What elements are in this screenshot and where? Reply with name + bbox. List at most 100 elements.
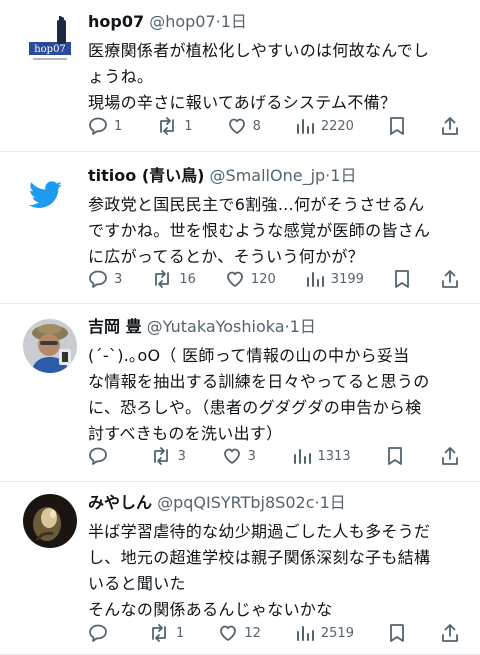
avatar-logo-text: hop07 [34, 44, 66, 55]
timestamp[interactable]: 1日 [330, 166, 356, 185]
like-count: 12 [244, 625, 261, 641]
tweet-text-line: 参政党と国民民主で6割強…何がそうさせるん [88, 195, 425, 214]
tweet-text-line: 医療関係者が植松化しやすいのは何故なんでし [88, 41, 430, 60]
avatar[interactable] [23, 494, 77, 548]
views-icon [296, 626, 314, 641]
timestamp[interactable]: 1日 [320, 493, 346, 512]
like-button[interactable]: 8 [227, 116, 261, 136]
retweet-button[interactable]: 3 [150, 446, 186, 466]
views-count: 3199 [330, 271, 364, 287]
tweet-text-line: いると聞いた [88, 574, 186, 593]
user-handle[interactable]: @SmallOne_jp [210, 166, 326, 185]
avatar[interactable] [23, 168, 77, 222]
retweet-icon [160, 117, 175, 135]
tweet-actions: 1 1 8 2220 [88, 115, 460, 137]
reply-button[interactable] [88, 623, 114, 643]
tweet-header: 吉岡 豊 @YutakaYoshioka·1日 [88, 315, 468, 339]
retweet-button[interactable]: 1 [148, 623, 184, 643]
views-button[interactable]: 2220 [295, 116, 354, 136]
share-icon [442, 447, 458, 465]
user-handle[interactable]: @YutakaYoshioka [147, 317, 285, 336]
retweet-count: 3 [177, 448, 186, 464]
share-icon [442, 117, 458, 135]
like-button[interactable]: 120 [225, 269, 276, 289]
bookmark-icon [390, 624, 404, 642]
tweet-actions: 3 16 120 3199 [88, 268, 460, 290]
tweet-text: 医療関係者が植松化しやすいのは何故なんでし ょうね。 現場の辛さに報いてあげるシ… [88, 38, 468, 116]
reply-button[interactable] [88, 446, 114, 466]
views-button[interactable]: 1313 [292, 446, 351, 466]
display-name[interactable]: みやしん [88, 493, 152, 512]
retweet-button[interactable]: 16 [151, 269, 196, 289]
tweet-text-line: ですかね。世を恨むような感覚が医師の皆さん [88, 221, 431, 240]
tweet-text: 参政党と国民民主で6割強…何がそうさせるん ですかね。世を恨むような感覚が医師の… [88, 192, 468, 270]
like-icon [220, 625, 237, 641]
tweet-text-line: に、恐ろしや。（患者のグダグダの申告から検 [88, 398, 422, 417]
retweet-count: 1 [184, 118, 193, 134]
bookmark-button[interactable] [388, 623, 406, 643]
share-button[interactable] [440, 446, 460, 466]
share-icon [442, 270, 458, 288]
tweet-header: hop07 @hop07·1日 [88, 10, 468, 34]
bookmark-button[interactable] [388, 116, 406, 136]
views-icon [306, 272, 324, 287]
tweet-text-line: ょうね。 [88, 67, 154, 86]
display-name[interactable]: titioo (青い鳥) [88, 166, 204, 185]
tweet-header: titioo (青い鳥) @SmallOne_jp·1日 [88, 164, 468, 188]
timestamp[interactable]: 1日 [221, 12, 247, 31]
tweet-text-line: 討すべきものを洗い出す） [88, 424, 283, 443]
tweet-text-line: (´-`).｡oO（ 医師って情報の山の中から妥当 [88, 346, 410, 365]
tweet-text-line: に広がってるとか、そういう何かが？ [88, 247, 364, 266]
avatar[interactable] [23, 319, 77, 373]
reply-button[interactable]: 3 [88, 269, 122, 289]
views-button[interactable]: 3199 [305, 269, 364, 289]
retweet-count: 16 [179, 271, 196, 287]
tweet[interactable]: みやしん @pqQISYRTbj8S02c·1日 半ば学習虐待的な幼少期過ごした… [0, 482, 480, 655]
views-icon [296, 119, 314, 134]
timeline-feed: hop07 hop07 @hop07·1日 医療関係者が植松化しやすいのは何故な… [0, 0, 480, 655]
tweet-text-line: な情報を抽出する訓練を日々やってると思うの [88, 372, 430, 391]
reply-icon [89, 270, 107, 288]
timestamp[interactable]: 1日 [290, 317, 316, 336]
tweet-text: (´-`).｡oO（ 医師って情報の山の中から妥当 な情報を抽出する訓練を日々や… [88, 343, 468, 447]
share-button[interactable] [440, 116, 460, 136]
tweet-text-line: し、地元の超進学校は親子関係深刻な子も結構 [88, 548, 431, 567]
avatar[interactable]: hop07 [23, 14, 77, 68]
like-icon [228, 118, 245, 134]
bookmark-icon [395, 270, 409, 288]
reply-button[interactable]: 1 [88, 116, 122, 136]
views-button[interactable]: 2519 [295, 623, 354, 643]
bookmark-icon [388, 447, 403, 465]
reply-count: 1 [114, 118, 123, 134]
like-count: 8 [252, 118, 261, 134]
bookmark-icon [390, 117, 404, 135]
retweet-button[interactable]: 1 [156, 116, 193, 136]
share-icon [442, 624, 458, 642]
retweet-icon [153, 447, 168, 465]
tweet-actions: 1 12 2519 [88, 622, 460, 644]
display-name[interactable]: 吉岡 豊 [88, 317, 142, 336]
retweet-count: 1 [176, 625, 185, 641]
like-icon [227, 271, 243, 287]
like-button[interactable]: 12 [218, 623, 261, 643]
user-handle[interactable]: @pqQISYRTbj8S02c [157, 493, 314, 512]
tweet[interactable]: 吉岡 豊 @YutakaYoshioka·1日 (´-`).｡oO（ 医師って情… [0, 304, 480, 482]
retweet-icon [155, 270, 170, 288]
display-name[interactable]: hop07 [88, 12, 144, 31]
share-button[interactable] [440, 269, 460, 289]
tweet[interactable]: hop07 hop07 @hop07·1日 医療関係者が植松化しやすいのは何故な… [0, 0, 480, 152]
reply-count: 3 [114, 271, 123, 287]
tweet[interactable]: titioo (青い鳥) @SmallOne_jp·1日 参政党と国民民主で6割… [0, 152, 480, 304]
user-handle[interactable]: @hop07 [149, 12, 215, 31]
reply-icon [89, 117, 107, 135]
share-button[interactable] [440, 623, 460, 643]
views-count: 1313 [317, 448, 351, 464]
like-button[interactable]: 3 [222, 446, 256, 466]
bookmark-button[interactable] [393, 269, 411, 289]
tweet-header: みやしん @pqQISYRTbj8S02c·1日 [88, 491, 468, 515]
bookmark-button[interactable] [386, 446, 404, 466]
like-count: 120 [250, 271, 276, 287]
reply-icon [89, 624, 107, 642]
like-icon [223, 448, 240, 464]
tweet-text-line: そんなの関係あるんじゃないかな [88, 600, 333, 619]
